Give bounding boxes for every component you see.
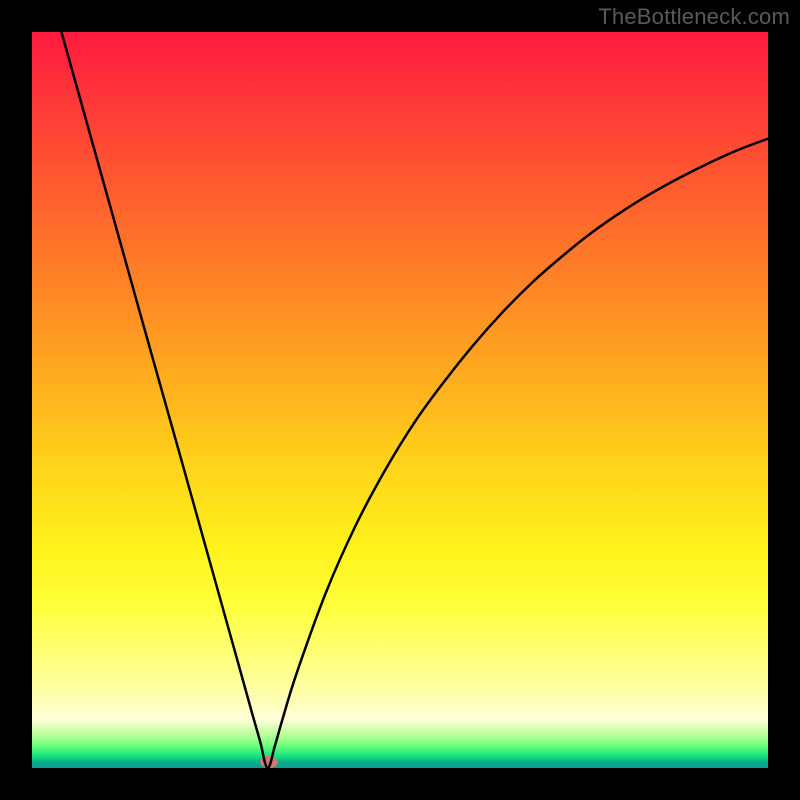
plot-area [32, 32, 768, 768]
bottleneck-curve [32, 32, 768, 768]
watermark-text: TheBottleneck.com [598, 4, 790, 30]
chart-frame: TheBottleneck.com [0, 0, 800, 800]
